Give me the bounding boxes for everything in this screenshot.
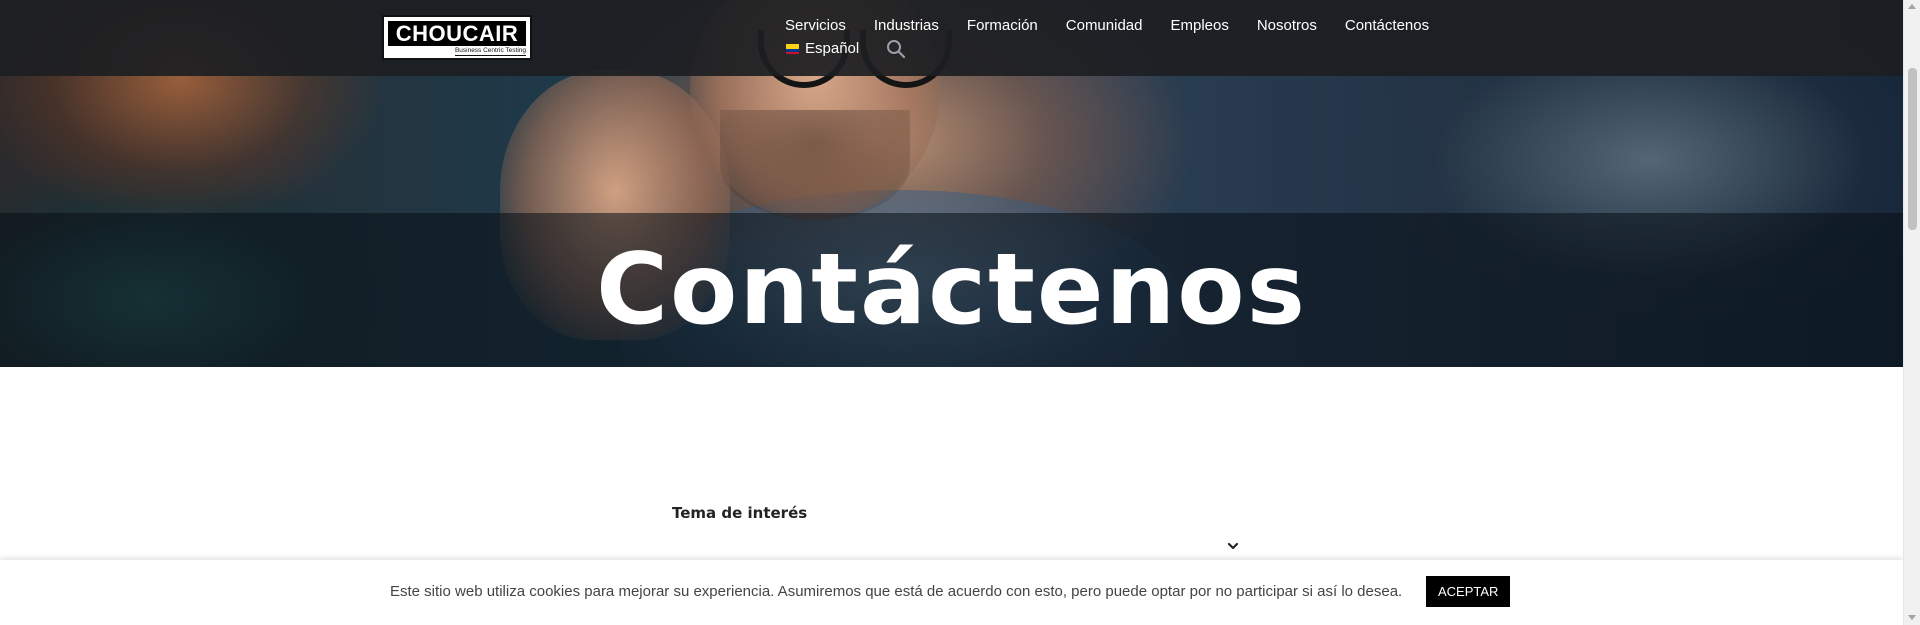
colombia-flag-icon bbox=[786, 44, 799, 54]
choucair-logo[interactable]: CHOUCAIR Business Centric Testing bbox=[382, 15, 532, 60]
page-title: Contáctenos bbox=[596, 233, 1307, 347]
nav-item-empleos[interactable]: Empleos bbox=[1170, 15, 1228, 37]
scroll-up-arrow-icon[interactable] bbox=[1908, 4, 1916, 9]
accept-cookies-button[interactable]: ACEPTAR bbox=[1426, 576, 1511, 607]
scrollbar-thumb[interactable] bbox=[1908, 68, 1917, 230]
chevron-down-icon[interactable] bbox=[1227, 541, 1239, 551]
logo-mark: CHOUCAIR bbox=[388, 21, 526, 46]
page-scrollbar[interactable] bbox=[1903, 0, 1920, 625]
nav-item-comunidad[interactable]: Comunidad bbox=[1066, 15, 1143, 37]
language-selector[interactable]: Español bbox=[786, 38, 859, 60]
nav-item-formacion[interactable]: Formación bbox=[967, 15, 1038, 37]
topic-label: Tema de interés bbox=[672, 504, 808, 522]
cookie-text: Este sitio web utiliza cookies para mejo… bbox=[390, 583, 1403, 600]
hero-photo-beard bbox=[720, 110, 910, 220]
logo-tagline: Business Centric Testing bbox=[454, 47, 526, 56]
nav-item-nosotros[interactable]: Nosotros bbox=[1257, 15, 1317, 37]
flag-stripe-red bbox=[786, 51, 799, 54]
cookie-banner: Este sitio web utiliza cookies para mejo… bbox=[0, 560, 1903, 625]
search-icon[interactable] bbox=[886, 39, 906, 59]
scroll-down-arrow-icon[interactable] bbox=[1908, 615, 1916, 620]
nav-item-industrias[interactable]: Industrias bbox=[874, 15, 939, 37]
language-label: Español bbox=[805, 40, 860, 57]
logo-brand: CHOUCAIR bbox=[395, 21, 519, 46]
site-header: CHOUCAIR Business Centric Testing Servic… bbox=[0, 0, 1903, 76]
main-nav: Servicios Industrias Formación Comunidad… bbox=[785, 15, 1429, 37]
nav-item-contactenos[interactable]: Contáctenos bbox=[1345, 15, 1429, 37]
nav-item-servicios[interactable]: Servicios bbox=[785, 15, 846, 37]
